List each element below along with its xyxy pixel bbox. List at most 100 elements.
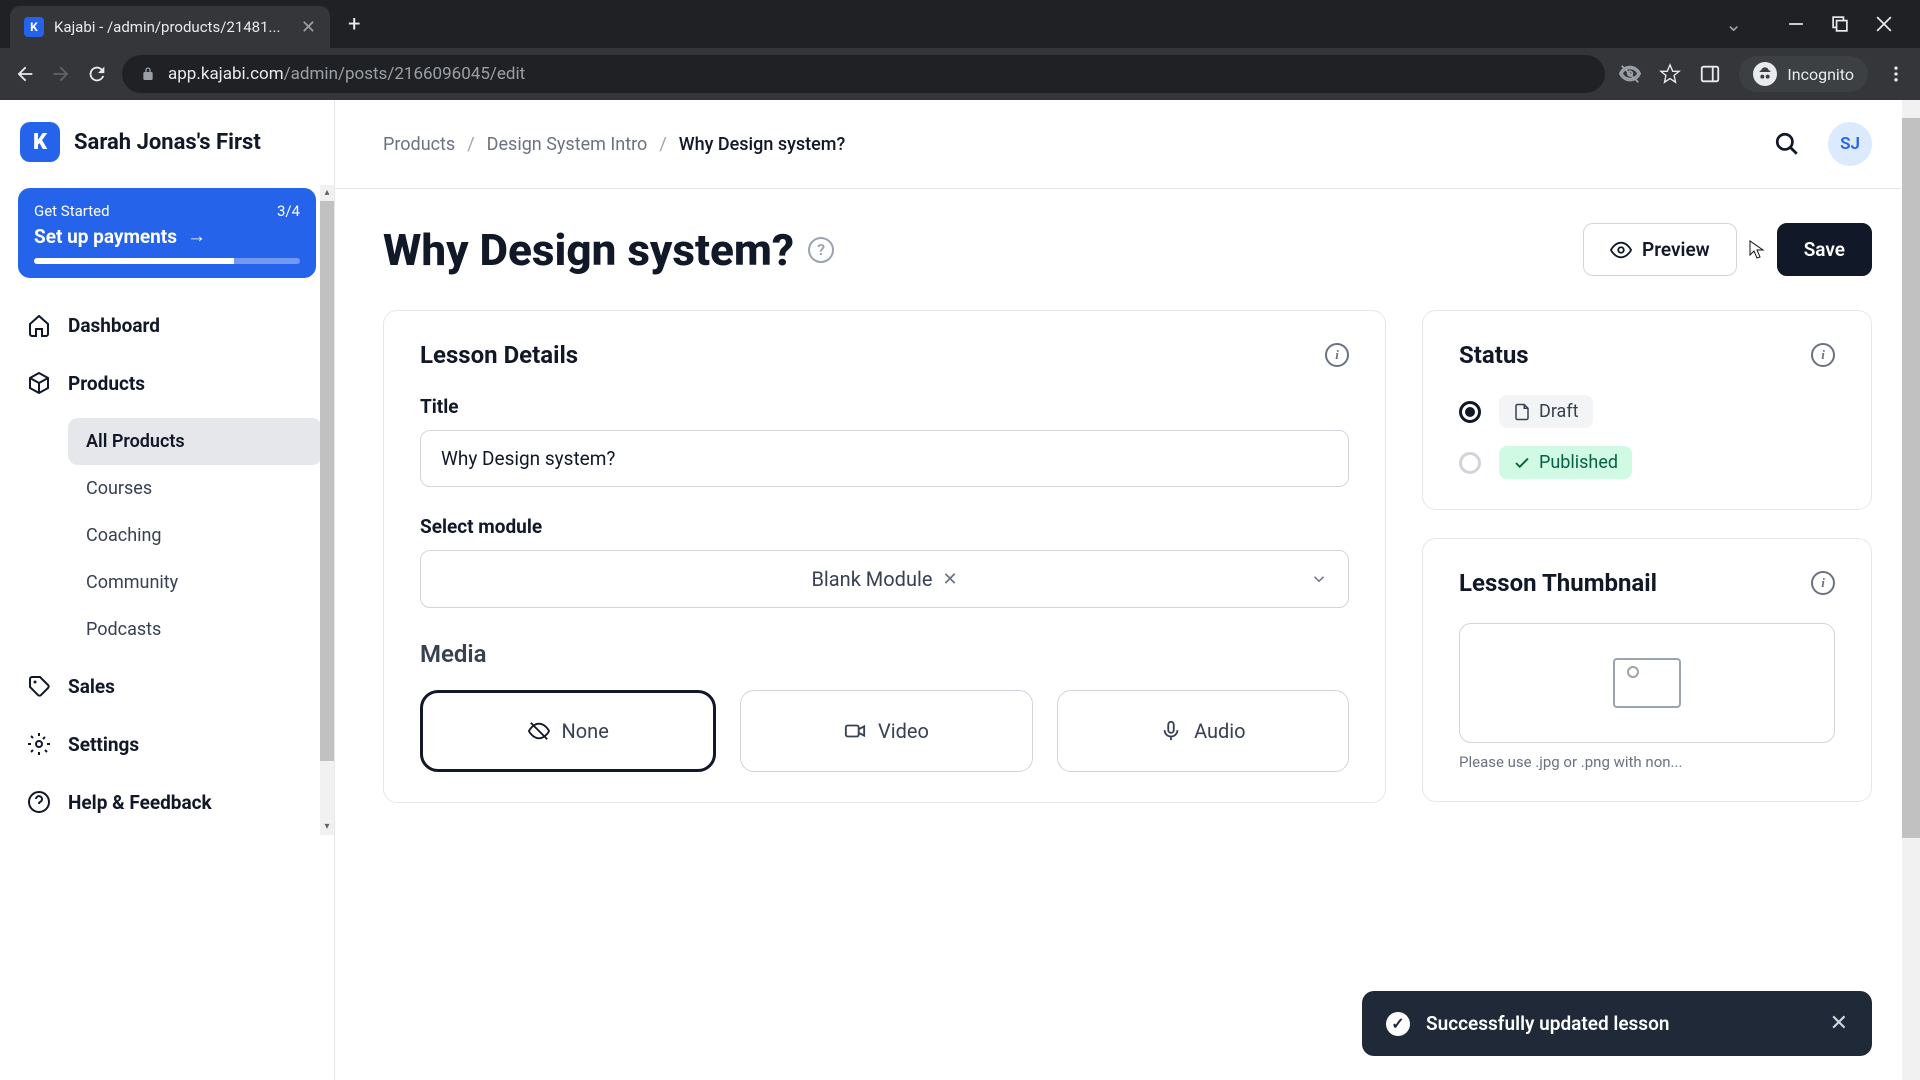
eye-off-icon[interactable] bbox=[1619, 63, 1641, 85]
thumbnail-card: Lesson Thumbnail i Please use .jpg or .p… bbox=[1422, 538, 1872, 802]
title-label: Title bbox=[420, 395, 1349, 418]
info-icon[interactable]: i bbox=[1811, 343, 1835, 367]
window-minimize-icon[interactable] bbox=[1788, 16, 1804, 32]
nav-label: Products bbox=[68, 372, 145, 395]
main-scrollbar[interactable] bbox=[1902, 100, 1920, 1080]
sub-podcasts[interactable]: Podcasts bbox=[68, 606, 322, 653]
nav-reload-button[interactable] bbox=[86, 63, 108, 85]
breadcrumb-sep: / bbox=[659, 134, 666, 155]
sidebar: K Sarah Jonas's First Get Started 3/4 Se… bbox=[0, 100, 335, 1080]
status-card: Status i Draft bbox=[1422, 310, 1872, 510]
lesson-details-heading: Lesson Details bbox=[420, 341, 578, 369]
help-circle-icon[interactable]: ? bbox=[808, 237, 834, 263]
tab-title: Kajabi - /admin/products/21481... bbox=[54, 18, 291, 36]
new-tab-button[interactable]: + bbox=[348, 12, 360, 37]
incognito-badge[interactable]: Incognito bbox=[1739, 56, 1868, 92]
page-header: Why Design system? ? Preview Save bbox=[383, 223, 1872, 276]
page-title: Why Design system? bbox=[383, 224, 794, 276]
microphone-icon bbox=[1160, 720, 1182, 742]
nav-settings[interactable]: Settings bbox=[12, 719, 322, 769]
title-input[interactable] bbox=[420, 430, 1349, 487]
sub-community[interactable]: Community bbox=[68, 559, 322, 606]
get-started-progress: 3/4 bbox=[277, 202, 300, 220]
eye-icon bbox=[1610, 239, 1632, 261]
search-icon bbox=[1774, 131, 1800, 157]
sub-courses[interactable]: Courses bbox=[68, 465, 322, 512]
browser-tab[interactable]: K Kajabi - /admin/products/21481... ✕ bbox=[10, 6, 330, 48]
nav-label: Sales bbox=[68, 675, 115, 698]
status-draft-option[interactable]: Draft bbox=[1459, 395, 1835, 428]
search-button[interactable] bbox=[1774, 131, 1800, 157]
incognito-icon bbox=[1753, 62, 1777, 86]
toast-close-icon[interactable]: ✕ bbox=[1830, 1011, 1848, 1036]
cursor-icon bbox=[1749, 240, 1765, 260]
media-video-option[interactable]: Video bbox=[740, 690, 1032, 772]
clear-module-icon[interactable]: ✕ bbox=[942, 569, 957, 590]
user-avatar[interactable]: SJ bbox=[1828, 122, 1872, 166]
tab-close-icon[interactable]: ✕ bbox=[301, 17, 316, 38]
save-label: Save bbox=[1804, 238, 1845, 261]
nav-dashboard[interactable]: Dashboard bbox=[12, 300, 322, 350]
status-published-option[interactable]: Published bbox=[1459, 446, 1835, 479]
progress-bar bbox=[34, 258, 300, 264]
brand[interactable]: K Sarah Jonas's First bbox=[12, 118, 322, 176]
nav-label: Settings bbox=[68, 733, 139, 756]
check-circle-icon: ✓ bbox=[1386, 1012, 1410, 1036]
save-button[interactable]: Save bbox=[1777, 223, 1872, 276]
module-value: Blank Module bbox=[811, 567, 932, 591]
sub-all-products[interactable]: All Products bbox=[68, 418, 322, 465]
window-close-icon[interactable] bbox=[1876, 16, 1892, 32]
get-started-action: Set up payments bbox=[34, 225, 177, 248]
window-maximize-icon[interactable] bbox=[1832, 16, 1848, 32]
media-none-option[interactable]: None bbox=[420, 690, 716, 772]
arrow-right-icon: → bbox=[187, 224, 206, 248]
url-input[interactable]: app.kajabi.com/admin/posts/2166096045/ed… bbox=[122, 55, 1605, 93]
module-select[interactable]: Blank Module ✕ bbox=[420, 550, 1349, 608]
help-icon bbox=[26, 789, 52, 815]
chevron-down-icon bbox=[1310, 570, 1328, 588]
video-icon bbox=[844, 720, 866, 742]
info-icon[interactable]: i bbox=[1325, 343, 1349, 367]
lock-icon bbox=[140, 66, 156, 82]
sub-coaching[interactable]: Coaching bbox=[68, 512, 322, 559]
thumbnail-hint: Please use .jpg or .png with non... bbox=[1459, 753, 1835, 771]
home-icon bbox=[26, 312, 52, 338]
sidebar-scrollbar[interactable]: ▴ ▾ bbox=[320, 185, 334, 835]
get-started-label: Get Started bbox=[34, 202, 110, 220]
nav-sales[interactable]: Sales bbox=[12, 661, 322, 711]
preview-label: Preview bbox=[1642, 238, 1710, 261]
main-content: Products / Design System Intro / Why Des… bbox=[335, 100, 1920, 1080]
nav-forward-button[interactable] bbox=[50, 63, 72, 85]
media-audio-option[interactable]: Audio bbox=[1057, 690, 1349, 772]
info-icon[interactable]: i bbox=[1811, 571, 1835, 595]
published-label: Published bbox=[1539, 452, 1618, 473]
media-heading: Media bbox=[420, 640, 1349, 668]
nav-products[interactable]: Products bbox=[12, 358, 322, 408]
media-audio-label: Audio bbox=[1194, 719, 1246, 743]
star-icon[interactable] bbox=[1659, 63, 1681, 85]
menu-dots-icon[interactable] bbox=[1886, 64, 1906, 84]
nav-label: Dashboard bbox=[68, 314, 160, 337]
nav-label: Help & Feedback bbox=[68, 791, 212, 814]
thumbnail-heading: Lesson Thumbnail bbox=[1459, 569, 1657, 597]
thumbnail-upload[interactable] bbox=[1459, 623, 1835, 743]
products-submenu: All Products Courses Coaching Community … bbox=[12, 418, 322, 653]
crumb-product[interactable]: Design System Intro bbox=[487, 134, 648, 155]
address-bar: app.kajabi.com/admin/posts/2166096045/ed… bbox=[0, 48, 1920, 100]
preview-button[interactable]: Preview bbox=[1583, 223, 1737, 276]
breadcrumbs: Products / Design System Intro / Why Des… bbox=[383, 134, 845, 155]
tag-icon bbox=[26, 673, 52, 699]
media-video-label: Video bbox=[878, 719, 929, 743]
crumb-current: Why Design system? bbox=[679, 134, 846, 155]
nav-back-button[interactable] bbox=[14, 63, 36, 85]
document-icon bbox=[1513, 403, 1531, 421]
topbar: Products / Design System Intro / Why Des… bbox=[335, 100, 1920, 189]
tabs-chevron-icon[interactable]: ⌄ bbox=[1725, 12, 1742, 36]
crumb-products[interactable]: Products bbox=[383, 134, 455, 155]
get-started-card[interactable]: Get Started 3/4 Set up payments → bbox=[18, 188, 316, 278]
panel-icon[interactable] bbox=[1699, 63, 1721, 85]
breadcrumb-sep: / bbox=[467, 134, 474, 155]
nav-help[interactable]: Help & Feedback bbox=[12, 777, 322, 827]
brand-logo-icon: K bbox=[20, 122, 60, 162]
check-icon bbox=[1513, 454, 1531, 472]
